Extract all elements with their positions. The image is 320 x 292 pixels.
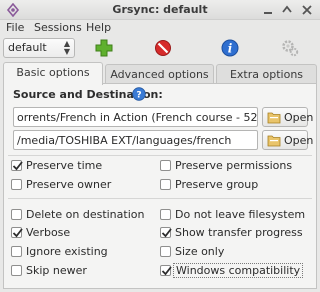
preserve-owner-label: Preserve owner [26, 178, 112, 191]
checkbox-box [11, 227, 23, 238]
separator [8, 198, 312, 199]
checkbox-box [11, 265, 22, 276]
tab-extra-options[interactable]: Extra options [216, 64, 317, 84]
tab-basic-options[interactable]: Basic options [3, 62, 103, 85]
checkbox-box [160, 160, 171, 171]
checkmark-icon [12, 228, 23, 238]
preserve-permissions-label: Preserve permissions [175, 159, 293, 172]
preserve-time-label: Preserve time [26, 159, 103, 172]
checkbox-box [160, 209, 171, 220]
checkbox-box [160, 179, 171, 190]
ignore-existing-label: Ignore existing [26, 245, 108, 258]
source-path-input[interactable]: orrents/French in Action (French course … [13, 107, 258, 127]
menu-bar: File Sessions Help [0, 20, 320, 36]
menu-sessions[interactable]: Sessions [34, 21, 82, 34]
spin-arrows-icon: ▲ ▼ [63, 39, 70, 56]
grsync-window: Grsync: default File Sessions Help defau… [0, 0, 320, 292]
show-transfer-progress-label: Show transfer progress [175, 226, 303, 239]
close-icon[interactable] [299, 2, 315, 18]
help-icon[interactable]: ? [132, 87, 146, 101]
maximize-icon[interactable] [279, 2, 295, 18]
tab-advanced-options[interactable]: Advanced options [105, 64, 214, 84]
preserve-group-label: Preserve group [175, 178, 259, 191]
checkmark-icon [161, 266, 172, 276]
checkbox-box [11, 179, 22, 190]
source-open-label: Open [284, 111, 314, 124]
delete-profile-icon[interactable] [154, 39, 172, 57]
checkbox-box [11, 246, 22, 257]
separator [8, 155, 312, 156]
menu-help[interactable]: Help [86, 21, 111, 34]
profile-select-value: default [8, 41, 47, 54]
profile-select[interactable]: default ▲ ▼ [3, 38, 75, 58]
checkbox-box [160, 227, 172, 238]
checkbox-box [160, 246, 171, 257]
folder-icon [267, 112, 281, 124]
tab-bar: Basic options Advanced options Extra opt… [3, 62, 317, 85]
basic-options-panel: Source and Destination: ? orrents/French… [3, 83, 317, 289]
settings-icon[interactable] [281, 39, 299, 57]
checkmark-icon [161, 228, 172, 238]
minimize-icon[interactable] [260, 2, 276, 18]
destination-path-input[interactable]: /media/TOSHIBA EXT/languages/french [13, 130, 258, 150]
destination-open-button[interactable]: Open [262, 130, 313, 150]
windows-compatibility-label: Windows compatibility [173, 263, 304, 278]
menu-file[interactable]: File [6, 21, 24, 34]
checkmark-icon [12, 161, 23, 171]
size-only-label: Size only [175, 245, 225, 258]
checkbox-box [160, 265, 172, 276]
folder-icon [267, 135, 281, 147]
add-profile-icon[interactable] [95, 39, 113, 57]
checkbox-box [11, 209, 22, 220]
delete-on-destination-label: Delete on destination [26, 208, 145, 221]
verbose-label: Verbose [26, 226, 71, 239]
toolbar: default ▲ ▼ i [0, 36, 320, 60]
source-open-button[interactable]: Open [262, 107, 313, 127]
svg-text:i: i [228, 42, 233, 56]
info-icon[interactable]: i [221, 39, 239, 57]
checkbox-box [11, 160, 23, 171]
destination-open-label: Open [284, 134, 314, 147]
title-bar[interactable]: Grsync: default [0, 0, 320, 20]
skip-newer-label: Skip newer [26, 264, 87, 277]
svg-text:?: ? [136, 91, 141, 101]
do-not-leave-filesystem-label: Do not leave filesystem [175, 208, 306, 221]
